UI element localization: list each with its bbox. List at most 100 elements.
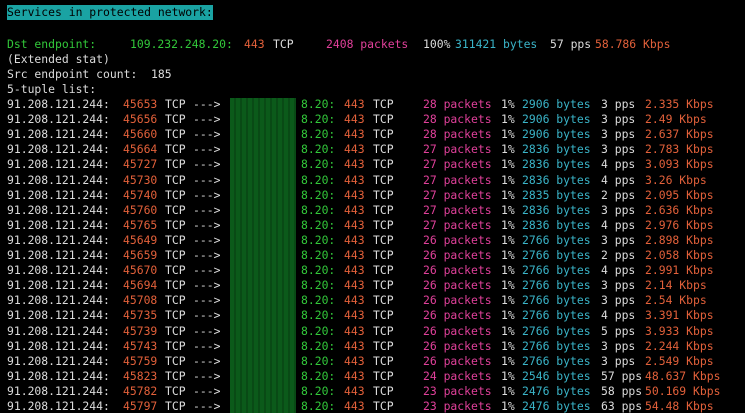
tuple-list-header: 5-tuple list: — [7, 82, 97, 96]
row-arrow: ---> — [193, 293, 221, 308]
row-src-proto: TCP — [165, 172, 186, 187]
row-dst-proto: TCP — [373, 308, 394, 323]
row-src-proto: TCP — [165, 278, 186, 293]
redaction-mask — [230, 98, 296, 413]
row-kbps: 48.637 Kbps — [645, 368, 721, 383]
row-bytes: 2906 bytes — [522, 112, 591, 127]
row-src-port: 45653 — [123, 97, 158, 111]
row-kbps: 3.933 Kbps — [645, 323, 714, 338]
row-bytes: 2836 bytes — [522, 157, 591, 172]
row-dst-port: 443 — [344, 278, 365, 293]
row-bytes: 2546 bytes — [522, 368, 591, 383]
row-percent: 1% — [501, 368, 515, 383]
row-packets: 27 packets — [423, 202, 492, 217]
row-src-port: 45765 — [123, 217, 158, 232]
row-src-port: 45730 — [123, 172, 158, 187]
row-kbps: 3.093 Kbps — [645, 157, 714, 172]
row-packets: 26 packets — [423, 338, 492, 353]
row-kbps: 50.169 Kbps — [645, 383, 721, 398]
terminal-window[interactable]: Services in protected network: Dst endpo… — [0, 0, 745, 413]
row-arrow: ---> — [193, 142, 221, 157]
row-dst-port: 443 — [344, 187, 365, 202]
row-bytes: 2766 bytes — [522, 308, 591, 323]
row-bytes: 2836 bytes — [522, 202, 591, 217]
row-packets: 28 packets — [423, 97, 492, 111]
row-bytes: 2766 bytes — [522, 293, 591, 308]
row-packets: 27 packets — [423, 187, 492, 202]
row-dst-proto: TCP — [373, 97, 394, 111]
row-packets: 23 packets — [423, 399, 492, 413]
row-dst-proto: TCP — [373, 293, 394, 308]
row-src-proto: TCP — [165, 368, 186, 383]
row-dst-port: 443 — [344, 232, 365, 247]
row-src-port: 45743 — [123, 338, 158, 353]
row-bytes: 2836 bytes — [522, 142, 591, 157]
row-src-ip: 91.208.121.244: — [7, 263, 110, 278]
dst-packets: 2408 packets — [326, 37, 409, 51]
row-src-ip: 91.208.121.244: — [7, 368, 110, 383]
row-arrow: ---> — [193, 232, 221, 247]
row-src-port: 45664 — [123, 142, 158, 157]
row-arrow: ---> — [193, 217, 221, 232]
row-src-port: 45660 — [123, 127, 158, 142]
row-dst-proto: TCP — [373, 338, 394, 353]
row-dst-proto: TCP — [373, 217, 394, 232]
row-kbps: 2.898 Kbps — [645, 232, 714, 247]
row-dst-proto: TCP — [373, 172, 394, 187]
row-dst-port: 443 — [344, 338, 365, 353]
row-pps: 3 pps — [601, 338, 636, 353]
row-kbps: 2.335 Kbps — [645, 97, 714, 111]
row-src-proto: TCP — [165, 383, 186, 398]
row-src-ip: 91.208.121.244: — [7, 112, 110, 127]
row-src-port: 45708 — [123, 293, 158, 308]
row-pps: 3 pps — [601, 127, 636, 142]
row-dst-port: 443 — [344, 308, 365, 323]
row-pps: 4 pps — [601, 172, 636, 187]
row-dst-port: 443 — [344, 217, 365, 232]
row-dst-ip: 8.20: — [301, 399, 336, 413]
dst-kbps: 58.786 Kbps — [595, 37, 671, 51]
row-pps: 2 pps — [601, 187, 636, 202]
row-dst-port: 443 — [344, 202, 365, 217]
row-dst-proto: TCP — [373, 353, 394, 368]
row-pps: 58 pps — [601, 383, 643, 398]
row-src-proto: TCP — [165, 232, 186, 247]
row-bytes: 2766 bytes — [522, 353, 591, 368]
row-kbps: 2.549 Kbps — [645, 353, 714, 368]
row-src-port: 45739 — [123, 323, 158, 338]
row-src-ip: 91.208.121.244: — [7, 248, 110, 262]
row-percent: 1% — [501, 263, 515, 278]
row-dst-port: 443 — [344, 97, 365, 111]
row-dst-port: 443 — [344, 323, 365, 338]
row-dst-proto: TCP — [373, 202, 394, 217]
src-endpoint-count: Src endpoint count: 185 — [7, 67, 172, 81]
row-packets: 26 packets — [423, 308, 492, 323]
dst-ip: 109.232.248.20: — [130, 37, 233, 51]
row-percent: 1% — [501, 338, 515, 353]
row-src-proto: TCP — [165, 308, 186, 323]
row-kbps: 2.058 Kbps — [645, 248, 714, 262]
row-kbps: 2.095 Kbps — [645, 187, 714, 202]
row-dst-port: 443 — [344, 383, 365, 398]
row-arrow: ---> — [193, 127, 221, 142]
row-arrow: ---> — [193, 353, 221, 368]
row-dst-ip: 8.20: — [301, 323, 336, 338]
row-dst-ip: 8.20: — [301, 278, 336, 293]
row-arrow: ---> — [193, 187, 221, 202]
row-dst-proto: TCP — [373, 323, 394, 338]
row-src-proto: TCP — [165, 353, 186, 368]
row-arrow: ---> — [193, 278, 221, 293]
row-pps: 3 pps — [601, 293, 636, 308]
row-packets: 26 packets — [423, 263, 492, 278]
row-dst-port: 443 — [344, 172, 365, 187]
row-dst-port: 443 — [344, 353, 365, 368]
row-arrow: ---> — [193, 368, 221, 383]
row-arrow: ---> — [193, 157, 221, 172]
row-percent: 1% — [501, 112, 515, 127]
row-arrow: ---> — [193, 248, 221, 262]
row-dst-port: 443 — [344, 399, 365, 413]
row-dst-proto: TCP — [373, 383, 394, 398]
row-bytes: 2835 bytes — [522, 187, 591, 202]
row-pps: 3 pps — [601, 97, 636, 111]
row-dst-proto: TCP — [373, 142, 394, 157]
